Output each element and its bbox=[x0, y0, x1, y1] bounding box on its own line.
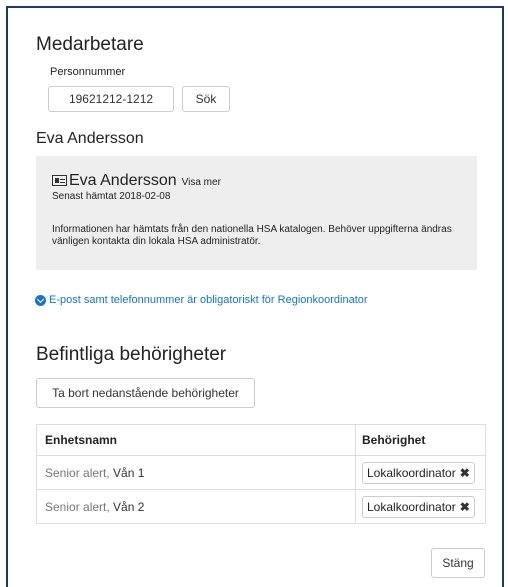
modal-frame: Medarbetare Personnummer 19621212-1212 S… bbox=[6, 6, 504, 587]
id-card-icon bbox=[52, 175, 67, 186]
permissions-title: Befintliga behörigheter bbox=[36, 344, 227, 365]
close-button[interactable]: Stäng bbox=[431, 548, 485, 578]
role-tag[interactable]: Lokalkoordinator ✖ bbox=[362, 495, 475, 518]
unit-name-cell: Senior alert, Vån 1 bbox=[37, 466, 355, 480]
hsa-info-panel: Eva Andersson Visa mer Senast hämtat 201… bbox=[36, 156, 477, 270]
column-header-permission: Behörighet bbox=[355, 425, 485, 455]
role-label: Lokalkoordinator bbox=[367, 499, 456, 514]
role-tag[interactable]: Lokalkoordinator ✖ bbox=[362, 461, 475, 484]
table-header-row: Enhetsnamn Behörighet bbox=[37, 425, 485, 455]
fetched-date: Senast hämtat 2018-02-08 bbox=[52, 191, 171, 202]
role-label: Lokalkoordinator bbox=[367, 465, 456, 480]
unit-prefix: Senior alert, bbox=[45, 465, 110, 480]
chevron-down-icon bbox=[35, 294, 46, 306]
unit-suffix: Vån 1 bbox=[109, 465, 145, 480]
permissions-table: Enhetsnamn Behörighet Senior alert, Vån … bbox=[36, 424, 486, 524]
unit-prefix: Senior alert, bbox=[45, 499, 110, 514]
card-person-name: Eva Andersson bbox=[69, 172, 177, 189]
person-heading: Eva Andersson bbox=[36, 130, 144, 147]
remove-permissions-button[interactable]: Ta bort nedanstående behörigheter bbox=[36, 378, 255, 408]
section-title: Medarbetare bbox=[36, 34, 144, 55]
personnummer-input[interactable]: 19621212-1212 bbox=[48, 86, 174, 112]
show-more-link[interactable]: Visa mer bbox=[182, 177, 221, 188]
required-notice-text[interactable]: E-post samt telefonnummer är obligatoris… bbox=[49, 294, 368, 306]
close-icon[interactable]: ✖ bbox=[460, 466, 470, 480]
close-icon[interactable]: ✖ bbox=[460, 500, 470, 514]
personnummer-label: Personnummer bbox=[50, 66, 126, 78]
column-header-unit: Enhetsnamn bbox=[45, 433, 118, 447]
table-row: Senior alert, Vån 1 Lokalkoordinator ✖ bbox=[37, 455, 485, 489]
info-description: Informationen har hämtats från den natio… bbox=[52, 224, 452, 247]
permission-cell: Lokalkoordinator ✖ bbox=[355, 456, 485, 489]
required-notice[interactable]: E-post samt telefonnummer är obligatoris… bbox=[35, 294, 368, 306]
unit-name-cell: Senior alert, Vån 2 bbox=[37, 500, 355, 514]
table-row: Senior alert, Vån 2 Lokalkoordinator ✖ bbox=[37, 489, 485, 523]
unit-suffix: Vån 2 bbox=[109, 499, 145, 514]
search-button[interactable]: Sök bbox=[182, 86, 230, 112]
permission-cell: Lokalkoordinator ✖ bbox=[355, 490, 485, 523]
card-header: Eva Andersson Visa mer bbox=[52, 172, 221, 190]
